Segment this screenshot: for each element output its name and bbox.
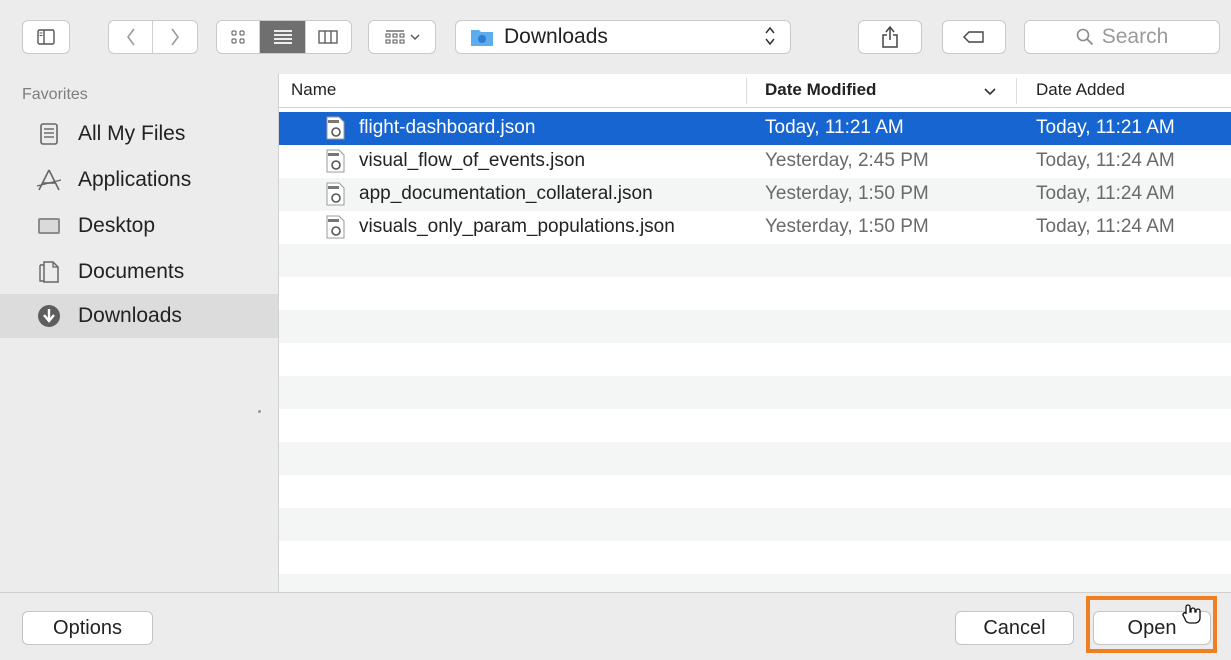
- arrange-icon: [385, 30, 404, 44]
- file-date-modified: Yesterday, 1:50 PM: [765, 216, 929, 237]
- options-button[interactable]: Options: [22, 611, 153, 645]
- empty-row: [279, 376, 1231, 409]
- grid-icon: [231, 30, 245, 44]
- tag-button[interactable]: [942, 20, 1006, 54]
- downloads-icon: [36, 303, 62, 329]
- empty-row: [279, 442, 1231, 475]
- column-header-date-modified[interactable]: Date Modified: [765, 80, 876, 100]
- sidebar-toggle-button[interactable]: [22, 20, 70, 54]
- file-rows: flight-dashboard.json Today, 11:21 AM To…: [279, 112, 1231, 622]
- empty-row: [279, 310, 1231, 343]
- file-name: app_documentation_collateral.json: [359, 183, 653, 204]
- sidebar-item-label: Downloads: [78, 304, 182, 327]
- icon-view-button[interactable]: [217, 21, 261, 53]
- tag-icon: [963, 31, 984, 43]
- file-row[interactable]: visual_flow_of_events.json Yesterday, 2:…: [279, 145, 1231, 178]
- file-date-added: Today, 11:24 AM: [1036, 150, 1175, 171]
- view-mode-control: [216, 20, 352, 54]
- sidebar-resize-dot: [258, 410, 261, 413]
- nav-buttons: [108, 20, 198, 54]
- column-header-name[interactable]: Name: [291, 80, 336, 100]
- json-file-icon: [326, 215, 345, 239]
- empty-row: [279, 244, 1231, 277]
- search-placeholder: Search: [1101, 25, 1169, 48]
- json-file-icon: [326, 182, 345, 206]
- file-name: visual_flow_of_events.json: [359, 150, 586, 171]
- toolbar: Downloads Search: [0, 0, 1231, 74]
- file-name: flight-dashboard.json: [359, 117, 536, 138]
- json-file-icon: [326, 149, 345, 173]
- sidebar-item-label: Applications: [78, 168, 192, 191]
- hand-cursor-icon: [1182, 604, 1201, 624]
- column-separator[interactable]: [746, 78, 747, 104]
- file-row[interactable]: app_documentation_collateral.json Yester…: [279, 178, 1231, 211]
- sidebar: Favorites All My Files Applications Desk…: [0, 74, 278, 592]
- back-button[interactable]: [109, 21, 154, 53]
- empty-row: [279, 343, 1231, 376]
- chevron-right-icon: [171, 28, 179, 46]
- share-icon: [882, 26, 898, 48]
- json-file-icon: [326, 116, 345, 140]
- file-name: visuals_only_param_populations.json: [359, 216, 675, 237]
- file-date-added: Today, 11:24 AM: [1036, 183, 1175, 204]
- sidebar-item-label: Desktop: [78, 214, 156, 237]
- sidebar-item-desktop[interactable]: Desktop: [0, 204, 278, 248]
- downloads-folder-icon: [471, 30, 493, 46]
- file-date-added: Today, 11:21 AM: [1036, 117, 1175, 138]
- share-button[interactable]: [858, 20, 922, 54]
- column-headers: Name Date Modified Date Added: [279, 74, 1231, 108]
- file-date-modified: Yesterday, 1:50 PM: [765, 183, 929, 204]
- all-files-icon: [36, 121, 62, 147]
- file-date-modified: Today, 11:21 AM: [765, 117, 904, 138]
- updown-chevron-icon: [764, 25, 776, 49]
- columns-icon: [318, 30, 338, 44]
- sort-chevron-icon: [984, 88, 996, 96]
- sidebar-item-label: All My Files: [78, 122, 186, 145]
- sidebar-icon: [37, 29, 55, 45]
- applications-icon: [36, 167, 62, 193]
- file-row[interactable]: visuals_only_param_populations.json Yest…: [279, 211, 1231, 244]
- file-date-added: Today, 11:24 AM: [1036, 216, 1175, 237]
- column-header-date-added[interactable]: Date Added: [1036, 80, 1125, 100]
- documents-icon: [36, 259, 62, 285]
- list-view-button[interactable]: [260, 21, 306, 53]
- bottom-bar: Options Cancel Open: [0, 592, 1231, 660]
- sidebar-item-applications[interactable]: Applications: [0, 158, 278, 202]
- column-view-button[interactable]: [306, 21, 351, 53]
- file-date-modified: Yesterday, 2:45 PM: [765, 150, 929, 171]
- forward-button[interactable]: [153, 21, 197, 53]
- empty-row: [279, 508, 1231, 541]
- sidebar-item-downloads[interactable]: Downloads: [0, 294, 278, 338]
- file-list: Name Date Modified Date Added flight-das…: [278, 74, 1231, 607]
- desktop-icon: [36, 213, 62, 239]
- column-separator[interactable]: [1016, 78, 1017, 104]
- empty-row: [279, 475, 1231, 508]
- empty-row: [279, 277, 1231, 310]
- empty-row: [279, 541, 1231, 574]
- list-icon: [273, 30, 292, 44]
- sidebar-item-label: Documents: [78, 260, 185, 283]
- location-popup[interactable]: Downloads: [455, 20, 791, 54]
- file-row[interactable]: flight-dashboard.json Today, 11:21 AM To…: [279, 112, 1231, 145]
- sidebar-header: Favorites: [22, 86, 88, 103]
- search-field[interactable]: Search: [1024, 20, 1220, 54]
- search-icon: [1076, 28, 1093, 46]
- arrange-button[interactable]: [368, 20, 436, 54]
- chevron-down-icon: [410, 34, 419, 40]
- chevron-left-icon: [126, 28, 135, 46]
- empty-row: [279, 409, 1231, 442]
- location-label: Downloads: [504, 25, 608, 48]
- sidebar-item-all-my-files[interactable]: All My Files: [0, 112, 278, 156]
- sidebar-item-documents[interactable]: Documents: [0, 250, 278, 294]
- cancel-button[interactable]: Cancel: [955, 611, 1074, 645]
